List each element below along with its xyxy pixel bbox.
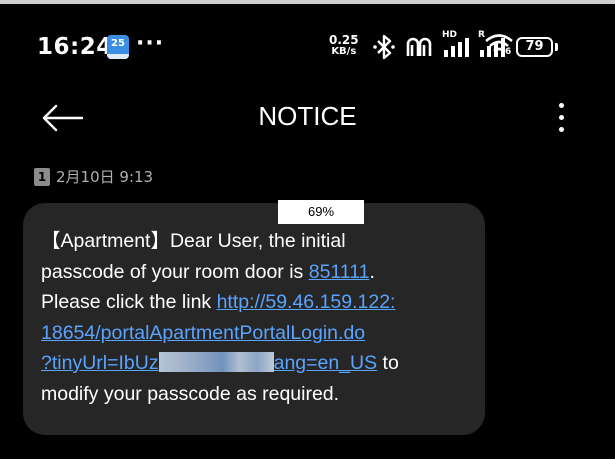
wifi-icon: 6	[484, 32, 514, 60]
vibrate-icon	[406, 37, 432, 56]
signal-1-icon: HD	[442, 30, 476, 60]
passcode-link[interactable]: 851111	[309, 261, 370, 283]
page-title: NOTICE	[258, 101, 357, 131]
more-vert-icon	[559, 103, 564, 108]
message-text: 【Apartment】Dear User, the initial passco…	[41, 230, 399, 405]
network-speed: 0.25 KB/s	[329, 33, 359, 57]
app-bar: NOTICE	[0, 84, 615, 154]
message-timestamp: 2月10日 9:13	[56, 168, 154, 186]
more-options-button[interactable]	[548, 98, 574, 138]
clock: 16:24	[37, 34, 113, 60]
url-link-part-1[interactable]: http://59.46.159.122:	[217, 291, 396, 313]
redaction-blur	[158, 352, 274, 372]
calendar-icon: 25	[107, 35, 129, 59]
bluetooth-icon	[373, 34, 395, 60]
url-link-part-2[interactable]: 18654/portalApartmentPortalLogin.do	[41, 322, 365, 344]
more-notifications-icon: ···	[136, 31, 165, 56]
sim-slot-badge: 1	[34, 168, 50, 186]
bottom-area	[0, 446, 615, 459]
battery-icon: 79	[516, 37, 553, 57]
url-link-part-3[interactable]: ?tinyUrl=IbUz ang=en_US	[41, 352, 377, 374]
battery-tip	[555, 43, 558, 51]
progress-overlay: 69%	[278, 200, 364, 224]
status-bar: 16:24 25 ··· 0.25 KB/s HD R 6 79	[0, 4, 615, 84]
